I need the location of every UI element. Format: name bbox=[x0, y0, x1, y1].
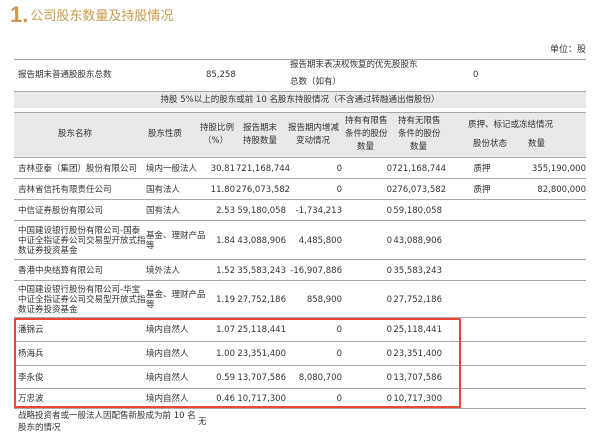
cell-nature: 基金、理财产品等 bbox=[146, 289, 206, 310]
cell-restricted: 0 bbox=[386, 184, 392, 195]
col-ratio-header-1: 持股比例 bbox=[200, 123, 235, 133]
cell-restricted: 0 bbox=[386, 205, 392, 216]
cell-nature: 境内一般法人 bbox=[146, 163, 198, 174]
col-unrestricted-header-2: 条件的股份 bbox=[398, 129, 441, 139]
col-pledge-qty-header: 数量 bbox=[528, 139, 546, 149]
cell-qty: 355,190,000 bbox=[531, 163, 586, 174]
row-divider bbox=[14, 280, 586, 281]
cell-qty: 82,800,000 bbox=[537, 184, 586, 195]
cell-name: 吉林亚泰（集团）股份有限公司 bbox=[18, 163, 138, 174]
cell-change: 0 bbox=[336, 163, 342, 174]
cell-restricted: 0 bbox=[386, 163, 392, 174]
cell-shares: 721,168,744 bbox=[236, 163, 291, 174]
col-shares-header-1: 报告期末 bbox=[243, 123, 278, 133]
cell-status: 质押 bbox=[473, 184, 491, 195]
row-divider bbox=[14, 199, 586, 200]
highlight-box bbox=[14, 318, 461, 408]
cell-shares: 43,088,906 bbox=[237, 235, 286, 246]
cell-nature: 境外法人 bbox=[146, 265, 181, 276]
row-divider bbox=[14, 178, 586, 179]
divider bbox=[14, 112, 586, 113]
cell-shares: 59,180,058 bbox=[237, 205, 286, 216]
cell-ratio: 30.81 bbox=[210, 163, 235, 174]
cell-unrestricted: 27,752,186 bbox=[393, 294, 442, 305]
col-restricted-header-2: 条件的股份 bbox=[345, 129, 388, 139]
cell-change: 4,485,800 bbox=[298, 235, 342, 246]
top10-title: 持股 5%以上的股东或前 10 名股东持股情况（不含通过转融通出借股份） bbox=[160, 95, 440, 105]
preferred-shareholders-value: 0 bbox=[473, 70, 479, 80]
cell-restricted: 0 bbox=[386, 235, 392, 246]
col-ratio-header-2: （%） bbox=[203, 136, 229, 146]
section-heading: 1. 公司股东数量及持股情况 bbox=[10, 2, 174, 27]
cell-unrestricted: 59,180,058 bbox=[393, 205, 442, 216]
footer-value: 无 bbox=[198, 417, 207, 427]
cell-shares: 35,583,243 bbox=[237, 265, 286, 276]
row-divider bbox=[14, 157, 586, 158]
cell-restricted: 0 bbox=[386, 294, 392, 305]
cell-name: 中信证券股份有限公司 bbox=[18, 205, 104, 216]
cell-nature: 基金、理财产品等 bbox=[146, 230, 206, 251]
preferred-shareholders-label-2: 总数（如有） bbox=[290, 77, 342, 87]
total-shareholders-label: 报告期末普通股股东总数 bbox=[18, 70, 112, 80]
cell-ratio: 11.80 bbox=[210, 184, 235, 195]
cell-ratio: 1.19 bbox=[216, 294, 235, 305]
cell-change: 0 bbox=[336, 184, 342, 195]
row-divider bbox=[14, 408, 586, 409]
col-unrestricted-header-1: 持有无限售 bbox=[398, 116, 441, 126]
cell-ratio: 1.52 bbox=[216, 265, 235, 276]
col-name-header: 股东名称 bbox=[58, 129, 93, 139]
unit-label: 单位：股 bbox=[549, 45, 586, 55]
col-nature-header: 股东性质 bbox=[148, 129, 183, 139]
cell-name: 香港中央结算有限公司 bbox=[18, 265, 104, 276]
footer-label-2: 股东的情况 bbox=[18, 423, 61, 433]
section-number: 1. bbox=[10, 2, 29, 27]
col-unrestricted-header-3: 数量 bbox=[410, 142, 428, 152]
cell-status: 质押 bbox=[473, 163, 491, 174]
cell-name: 中国建设银行股份有限公司-华宝中证全指证券公司交易型开放式指数证券投资基金 bbox=[18, 284, 146, 315]
cell-nature: 国有法人 bbox=[146, 184, 181, 195]
cell-unrestricted: 35,583,243 bbox=[393, 265, 442, 276]
cell-shares: 27,752,186 bbox=[237, 294, 286, 305]
col-restricted-header-1: 持有有限售 bbox=[345, 116, 388, 126]
cell-name: 中国建设银行股份有限公司-国泰中证全指证券公司交易型开放式指数证券投资基金 bbox=[18, 225, 146, 256]
col-change-header-2: 变动情况 bbox=[296, 136, 331, 146]
cell-unrestricted: 276,073,582 bbox=[392, 184, 447, 195]
footer-label-1: 战略投资者或一般法人因配售新股成为前 10 名 bbox=[18, 411, 196, 421]
row-divider bbox=[14, 220, 586, 221]
col-pledge-status-header: 股份状态 bbox=[473, 139, 508, 149]
col-pledge-header: 质押、标记或冻结情况 bbox=[468, 120, 554, 130]
cell-ratio: 1.84 bbox=[216, 235, 235, 246]
cell-ratio: 2.53 bbox=[216, 205, 235, 216]
section-title: 公司股东数量及持股情况 bbox=[30, 9, 174, 24]
cell-nature: 国有法人 bbox=[146, 205, 181, 216]
cell-change: 858,900 bbox=[306, 294, 342, 305]
total-shareholders-value: 85,258 bbox=[206, 70, 236, 80]
row-divider bbox=[14, 259, 586, 260]
cell-unrestricted: 43,088,906 bbox=[393, 235, 442, 246]
cell-name: 吉林省信托有限责任公司 bbox=[18, 184, 112, 195]
col-shares-header-2: 持股数量 bbox=[243, 136, 278, 146]
cell-change: -16,907,886 bbox=[290, 265, 342, 276]
cell-change: -1,734,213 bbox=[295, 205, 342, 216]
cell-unrestricted: 721,168,744 bbox=[392, 163, 447, 174]
col-restricted-header-3: 数量 bbox=[357, 142, 375, 152]
col-change-header-1: 报告期内增减 bbox=[288, 123, 340, 133]
cell-shares: 276,073,582 bbox=[236, 184, 291, 195]
preferred-shareholders-label-1: 报告期末表决权恢复的优先股股东 bbox=[290, 60, 418, 70]
cell-restricted: 0 bbox=[386, 265, 392, 276]
